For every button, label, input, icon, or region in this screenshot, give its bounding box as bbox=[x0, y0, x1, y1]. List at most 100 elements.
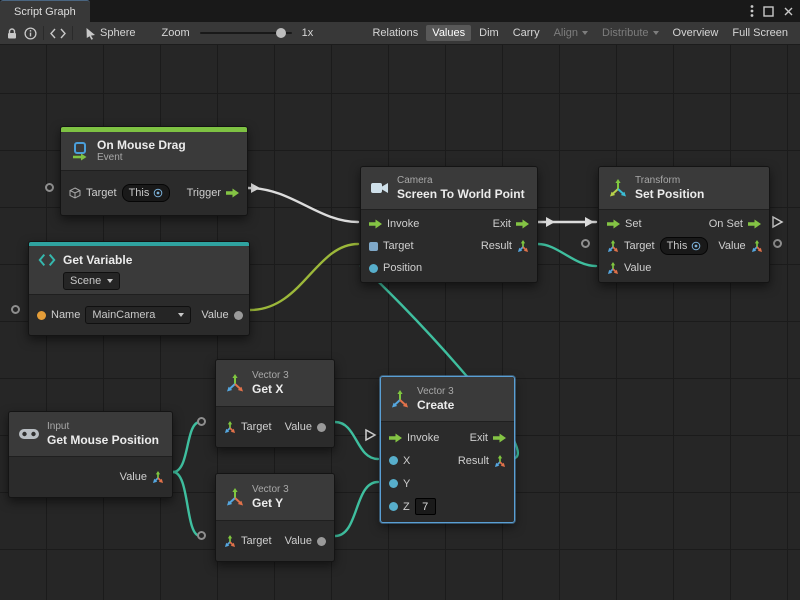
vector3-icon bbox=[225, 373, 245, 393]
wire-trigger-to-invoke[interactable] bbox=[248, 188, 358, 222]
zoom-value: 1x bbox=[302, 27, 314, 39]
zoom-slider[interactable] bbox=[200, 32, 292, 34]
scope-value: Scene bbox=[70, 275, 101, 287]
script-graph-window: Script Graph Sphere Zoom 1x Relations Va… bbox=[0, 0, 800, 600]
vector3-port-icon[interactable] bbox=[517, 240, 529, 252]
flow-port-outline-triangle[interactable] bbox=[773, 217, 782, 227]
value-out-port-label: Value bbox=[718, 240, 745, 252]
flow-port-outline-triangle[interactable] bbox=[366, 430, 375, 440]
exit-port-label: Exit bbox=[493, 218, 511, 230]
node-category: Vector 3 bbox=[252, 370, 289, 382]
value-port-label: Value bbox=[285, 421, 312, 433]
node-set-position[interactable]: Transform Set Position Set On Set Target… bbox=[598, 166, 770, 283]
relations-button[interactable]: Relations bbox=[366, 25, 424, 41]
tab-script-graph[interactable]: Script Graph bbox=[0, 0, 90, 22]
camera-icon bbox=[370, 180, 390, 196]
values-button[interactable]: Values bbox=[426, 25, 471, 41]
port-circle[interactable] bbox=[581, 239, 590, 248]
align-button[interactable]: Align bbox=[548, 25, 594, 41]
invoke-port-label: Invoke bbox=[407, 432, 439, 444]
wire-mouse-to-gety[interactable] bbox=[173, 472, 200, 536]
value-out-port[interactable] bbox=[234, 311, 243, 320]
wire-variable-to-target[interactable] bbox=[250, 244, 358, 310]
flow-in-arrow-icon[interactable] bbox=[369, 219, 382, 229]
overview-button[interactable]: Overview bbox=[667, 25, 725, 41]
vector3-port-icon[interactable] bbox=[751, 240, 763, 252]
node-title: Create bbox=[417, 398, 454, 412]
node-screen-to-world-point[interactable]: Camera Screen To World Point Invoke Exit… bbox=[360, 166, 538, 283]
z-port[interactable] bbox=[389, 502, 398, 511]
z-value-field[interactable]: 7 bbox=[415, 498, 436, 515]
node-get-x[interactable]: Vector 3 Get X Target Value bbox=[215, 359, 335, 448]
target-port-label: Target bbox=[241, 535, 272, 547]
this-object-chip[interactable]: This bbox=[122, 184, 171, 202]
close-icon[interactable] bbox=[783, 6, 794, 17]
node-title: Get Variable bbox=[63, 253, 132, 267]
vector3-port-icon[interactable] bbox=[607, 240, 619, 252]
x-port[interactable] bbox=[389, 456, 398, 465]
target-port-label: Target bbox=[241, 421, 272, 433]
info-icon[interactable] bbox=[24, 27, 37, 40]
flow-in-arrow-icon[interactable] bbox=[607, 219, 620, 229]
vector3-port-icon[interactable] bbox=[224, 421, 236, 433]
chevron-down-icon bbox=[582, 31, 588, 35]
vector3-port-icon[interactable] bbox=[494, 455, 506, 467]
port-circle[interactable] bbox=[197, 531, 206, 540]
target-picker-icon bbox=[153, 188, 163, 198]
carry-button[interactable]: Carry bbox=[507, 25, 546, 41]
node-get-y[interactable]: Vector 3 Get Y Target Value bbox=[215, 473, 335, 562]
vector3-port-icon[interactable] bbox=[152, 471, 164, 483]
node-get-variable[interactable]: Get Variable Scene Name MainCamera bbox=[28, 241, 250, 336]
result-port-label: Result bbox=[481, 240, 512, 252]
kebab-menu-icon[interactable] bbox=[750, 4, 754, 18]
chevron-down-icon bbox=[107, 279, 113, 283]
vector3-port-icon[interactable] bbox=[224, 535, 236, 547]
this-object-chip[interactable]: This bbox=[660, 237, 709, 255]
distribute-button[interactable]: Distribute bbox=[596, 25, 664, 41]
node-title: Screen To World Point bbox=[397, 187, 525, 201]
node-get-mouse-position[interactable]: Input Get Mouse Position Value bbox=[8, 411, 173, 498]
window-controls bbox=[750, 0, 794, 22]
port-circle[interactable] bbox=[45, 183, 54, 192]
dim-button[interactable]: Dim bbox=[473, 25, 505, 41]
flow-out-arrow-icon[interactable] bbox=[516, 219, 529, 229]
port-circle[interactable] bbox=[773, 239, 782, 248]
set-port-label: Set bbox=[625, 218, 642, 230]
wire-gety-to-y[interactable] bbox=[335, 482, 378, 536]
z-port-label: Z bbox=[403, 501, 410, 513]
exit-port-label: Exit bbox=[470, 432, 488, 444]
node-title: On Mouse Drag bbox=[97, 138, 186, 152]
maximize-icon[interactable] bbox=[763, 6, 774, 17]
wire-getx-to-x[interactable] bbox=[335, 422, 378, 459]
node-category: Transform bbox=[635, 175, 704, 187]
vector3-port-icon[interactable] bbox=[607, 262, 619, 274]
string-port[interactable] bbox=[37, 311, 46, 320]
port-circle[interactable] bbox=[11, 305, 20, 314]
variable-name-dropdown[interactable]: MainCamera bbox=[85, 306, 191, 324]
flow-out-arrow-icon[interactable] bbox=[493, 433, 506, 443]
flow-in-arrow-icon[interactable] bbox=[389, 433, 402, 443]
value-out-port[interactable] bbox=[317, 423, 326, 432]
code-icon[interactable] bbox=[50, 28, 66, 39]
flow-out-arrow-icon[interactable] bbox=[226, 188, 239, 198]
value-out-port[interactable] bbox=[317, 537, 326, 546]
node-on-mouse-drag[interactable]: On Mouse Drag Event Target This Trigger bbox=[60, 126, 248, 216]
mouse-drag-event-icon bbox=[70, 141, 90, 161]
flow-out-arrow-icon[interactable] bbox=[748, 219, 761, 229]
y-port[interactable] bbox=[389, 479, 398, 488]
zoom-slider-handle[interactable] bbox=[276, 28, 286, 38]
context-selector[interactable]: Sphere bbox=[79, 25, 141, 42]
graph-canvas[interactable]: On Mouse Drag Event Target This Trigger bbox=[0, 45, 800, 600]
node-category: Camera bbox=[397, 175, 525, 187]
variable-scope-dropdown[interactable]: Scene bbox=[63, 272, 120, 290]
toolbar-buttons: Relations Values Dim Carry Align Distrib… bbox=[366, 25, 794, 41]
camera-object-port[interactable] bbox=[369, 242, 378, 251]
fullscreen-button[interactable]: Full Screen bbox=[726, 25, 794, 41]
transform-icon bbox=[608, 178, 628, 198]
port-circle[interactable] bbox=[197, 417, 206, 426]
position-port[interactable] bbox=[369, 264, 378, 273]
lock-icon[interactable] bbox=[6, 27, 18, 40]
wire-mouse-to-getx[interactable] bbox=[173, 422, 200, 472]
node-create-vector3[interactable]: Vector 3 Create Invoke Exit X Result bbox=[380, 376, 515, 523]
gameobject-cube-icon[interactable] bbox=[69, 187, 81, 199]
